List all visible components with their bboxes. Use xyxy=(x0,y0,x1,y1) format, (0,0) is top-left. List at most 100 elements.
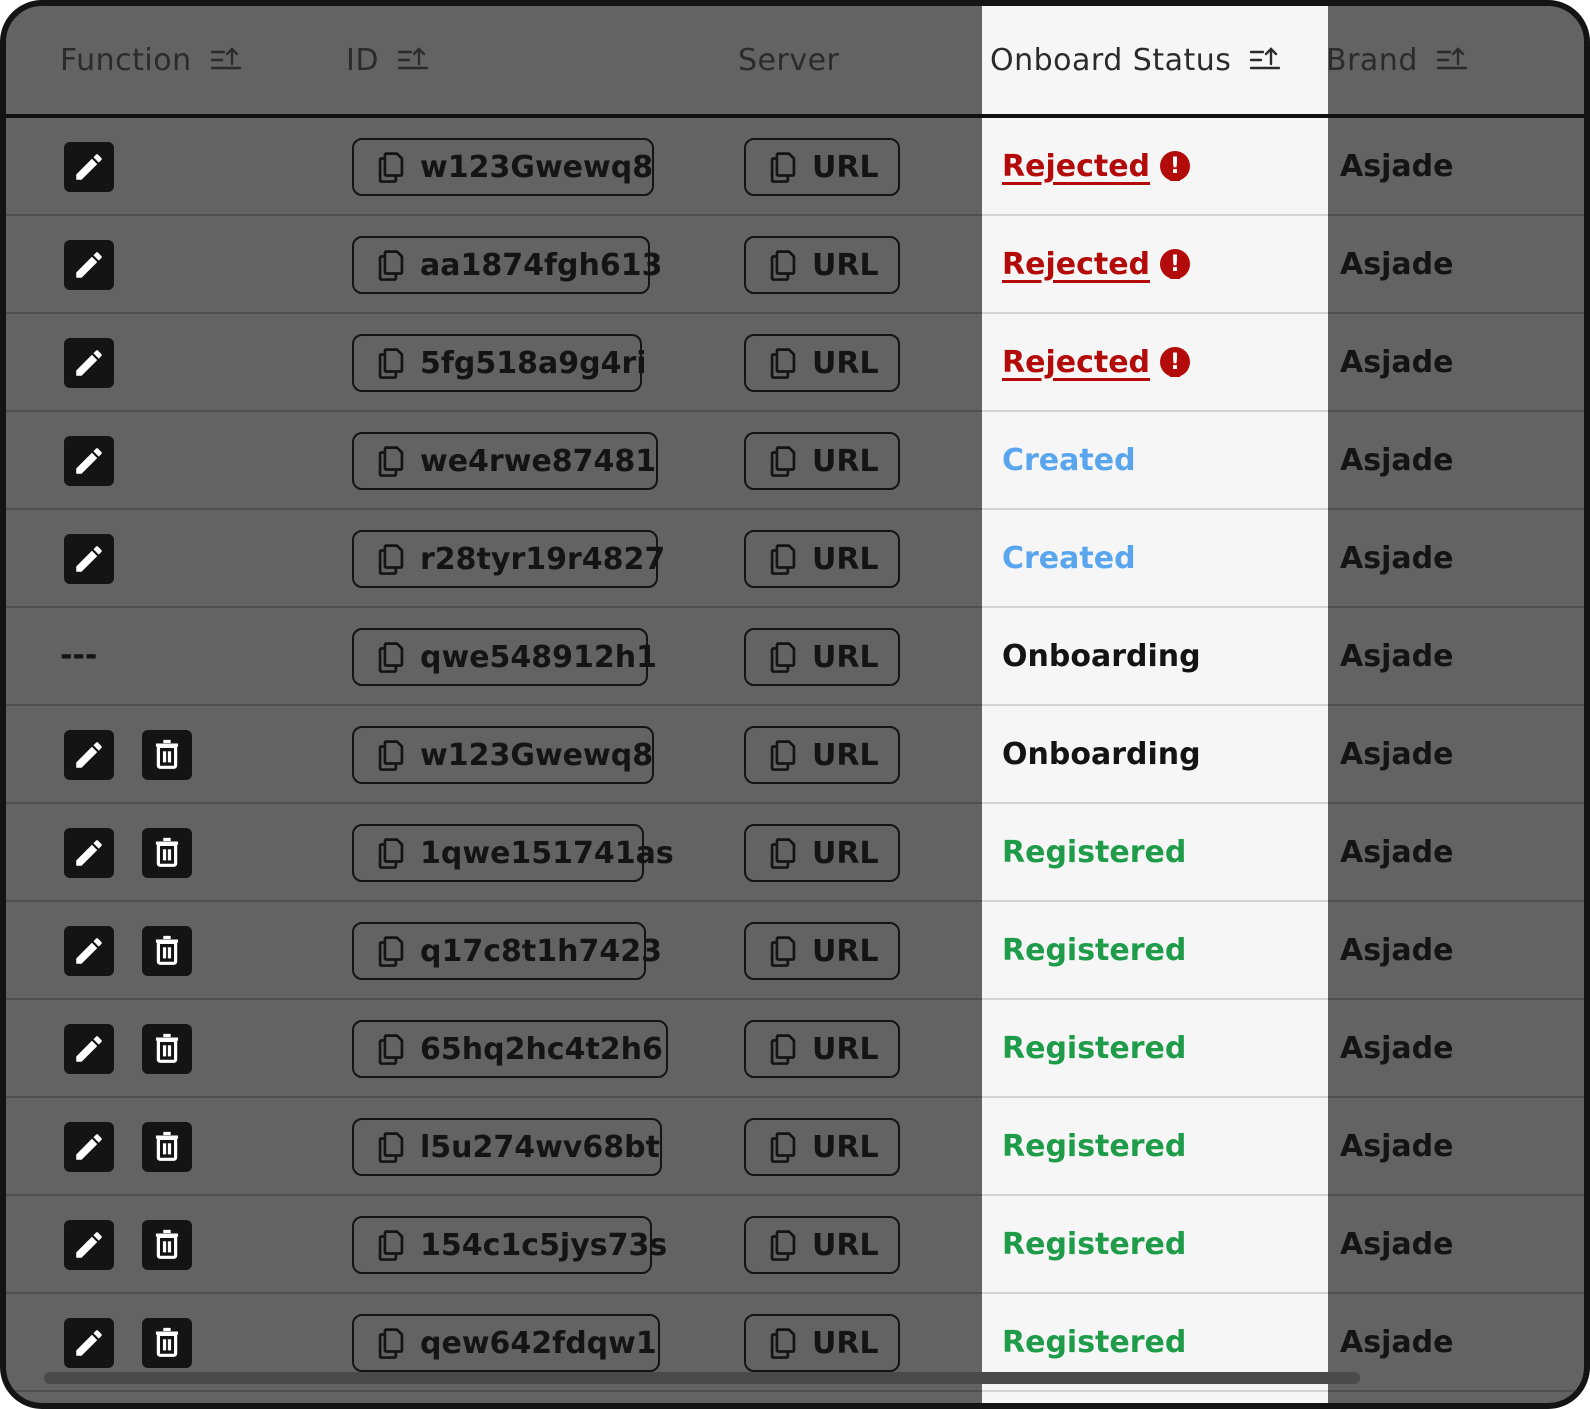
onboard-status[interactable]: Rejected! xyxy=(1002,216,1191,312)
copy-id-button[interactable]: aa1874fgh613 xyxy=(352,236,663,294)
server-url-label: URL xyxy=(812,541,879,577)
edit-button[interactable] xyxy=(64,730,114,780)
copy-id-button[interactable]: 154c1c5jys73s xyxy=(352,1216,667,1274)
pencil-icon xyxy=(72,1032,106,1066)
trash-icon xyxy=(152,1229,182,1261)
copy-server-url-button[interactable]: URL xyxy=(744,1314,900,1372)
trash-icon xyxy=(152,935,182,967)
onboard-status: Registered xyxy=(1002,1196,1186,1292)
copy-server-url-button[interactable]: URL xyxy=(744,726,900,784)
column-header-onboard-status[interactable]: Onboard Status xyxy=(990,6,1281,114)
delete-button[interactable] xyxy=(142,1024,192,1074)
copy-server-url-button[interactable]: URL xyxy=(744,432,900,490)
horizontal-scrollbar[interactable] xyxy=(44,1372,1360,1384)
delete-button[interactable] xyxy=(142,926,192,976)
server-url-label: URL xyxy=(812,835,879,871)
copy-id-button[interactable]: qew642fdqw1 xyxy=(352,1314,660,1372)
column-header-brand-label: Brand xyxy=(1326,42,1418,78)
table-row: we4rwe87481 URL Created Asjade xyxy=(6,412,1584,510)
edit-button[interactable] xyxy=(64,534,114,584)
onboard-status: Created xyxy=(1002,510,1136,606)
edit-button[interactable] xyxy=(64,1220,114,1270)
sort-icon[interactable] xyxy=(397,47,429,73)
copy-server-url-button[interactable]: URL xyxy=(744,1216,900,1274)
copy-server-url-button[interactable]: URL xyxy=(744,236,900,294)
pencil-icon xyxy=(72,542,106,576)
copy-server-url-button[interactable]: URL xyxy=(744,628,900,686)
pencil-icon xyxy=(72,934,106,968)
table-viewport: Function ID Server Onboard Status Brand … xyxy=(6,6,1584,1403)
id-value: aa1874fgh613 xyxy=(420,247,663,283)
table-row: aa1874fgh613 URL Rejected! Asjade xyxy=(6,216,1584,314)
copy-id-button[interactable]: r28tyr19r4827 xyxy=(352,530,665,588)
column-header-brand[interactable]: Brand xyxy=(1326,6,1468,114)
copy-icon xyxy=(768,1032,798,1066)
pencil-icon xyxy=(72,346,106,380)
delete-button[interactable] xyxy=(142,1220,192,1270)
server-url-label: URL xyxy=(812,1227,879,1263)
copy-icon xyxy=(376,150,406,184)
copy-id-button[interactable]: q17c8t1h7423 xyxy=(352,922,662,980)
edit-button[interactable] xyxy=(64,142,114,192)
delete-button[interactable] xyxy=(142,1318,192,1368)
edit-button[interactable] xyxy=(64,1122,114,1172)
server-url-label: URL xyxy=(812,1129,879,1165)
copy-icon xyxy=(768,738,798,772)
column-header-function[interactable]: Function xyxy=(60,6,242,114)
column-header-id[interactable]: ID xyxy=(346,6,429,114)
copy-id-button[interactable]: w123Gwewq8 xyxy=(352,138,654,196)
table-row: w123Gwewq8 URL Onboarding Asjade xyxy=(6,706,1584,804)
trash-icon xyxy=(152,837,182,869)
copy-id-button[interactable]: w123Gwewq8 xyxy=(352,726,654,784)
pencil-icon xyxy=(72,444,106,478)
copy-server-url-button[interactable]: URL xyxy=(744,824,900,882)
delete-button[interactable] xyxy=(142,730,192,780)
copy-icon xyxy=(376,836,406,870)
copy-icon xyxy=(768,542,798,576)
pencil-icon xyxy=(72,1130,106,1164)
onboard-status-label: Created xyxy=(1002,442,1136,478)
copy-id-button[interactable]: 5fg518a9g4ri xyxy=(352,334,647,392)
copy-icon xyxy=(376,1228,406,1262)
copy-icon xyxy=(768,1228,798,1262)
brand-value: Asjade xyxy=(1340,148,1454,184)
copy-id-button[interactable]: 65hq2hc4t2h6 xyxy=(352,1020,668,1078)
alert-icon[interactable]: ! xyxy=(1160,347,1191,377)
onboard-status[interactable]: Rejected! xyxy=(1002,118,1191,214)
copy-server-url-button[interactable]: URL xyxy=(744,138,900,196)
onboard-status-label: Registered xyxy=(1002,1030,1187,1066)
delete-button[interactable] xyxy=(142,1122,192,1172)
copy-id-button[interactable]: 1qwe151741as xyxy=(352,824,674,882)
edit-button[interactable] xyxy=(64,926,114,976)
table-row: 154c1c5jys73s URL Registered Asjade xyxy=(6,1196,1584,1294)
copy-id-button[interactable]: qwe548912h1 xyxy=(352,628,657,686)
server-url-label: URL xyxy=(812,737,879,773)
edit-button[interactable] xyxy=(64,338,114,388)
copy-server-url-button[interactable]: URL xyxy=(744,922,900,980)
sort-icon[interactable] xyxy=(1249,47,1281,73)
onboard-status[interactable]: Rejected! xyxy=(1002,314,1191,410)
alert-icon[interactable]: ! xyxy=(1160,249,1191,279)
row-divider xyxy=(982,1390,1328,1392)
copy-server-url-button[interactable]: URL xyxy=(744,334,900,392)
delete-button[interactable] xyxy=(142,828,192,878)
sort-icon[interactable] xyxy=(210,47,242,73)
onboard-status-label: Registered xyxy=(1002,834,1187,870)
copy-icon xyxy=(768,248,798,282)
edit-button[interactable] xyxy=(64,1024,114,1074)
copy-id-button[interactable]: we4rwe87481 xyxy=(352,432,658,490)
copy-server-url-button[interactable]: URL xyxy=(744,1118,900,1176)
copy-server-url-button[interactable]: URL xyxy=(744,530,900,588)
alert-icon[interactable]: ! xyxy=(1160,151,1191,181)
copy-id-button[interactable]: l5u274wv68bt xyxy=(352,1118,662,1176)
edit-button[interactable] xyxy=(64,1318,114,1368)
sort-icon[interactable] xyxy=(1436,47,1468,73)
edit-button[interactable] xyxy=(64,436,114,486)
edit-button[interactable] xyxy=(64,240,114,290)
copy-server-url-button[interactable]: URL xyxy=(744,1020,900,1078)
onboard-status-label: Rejected xyxy=(1002,246,1151,282)
brand-value: Asjade xyxy=(1340,344,1454,380)
header-divider xyxy=(6,114,1584,118)
edit-button[interactable] xyxy=(64,828,114,878)
copy-icon xyxy=(376,542,406,576)
